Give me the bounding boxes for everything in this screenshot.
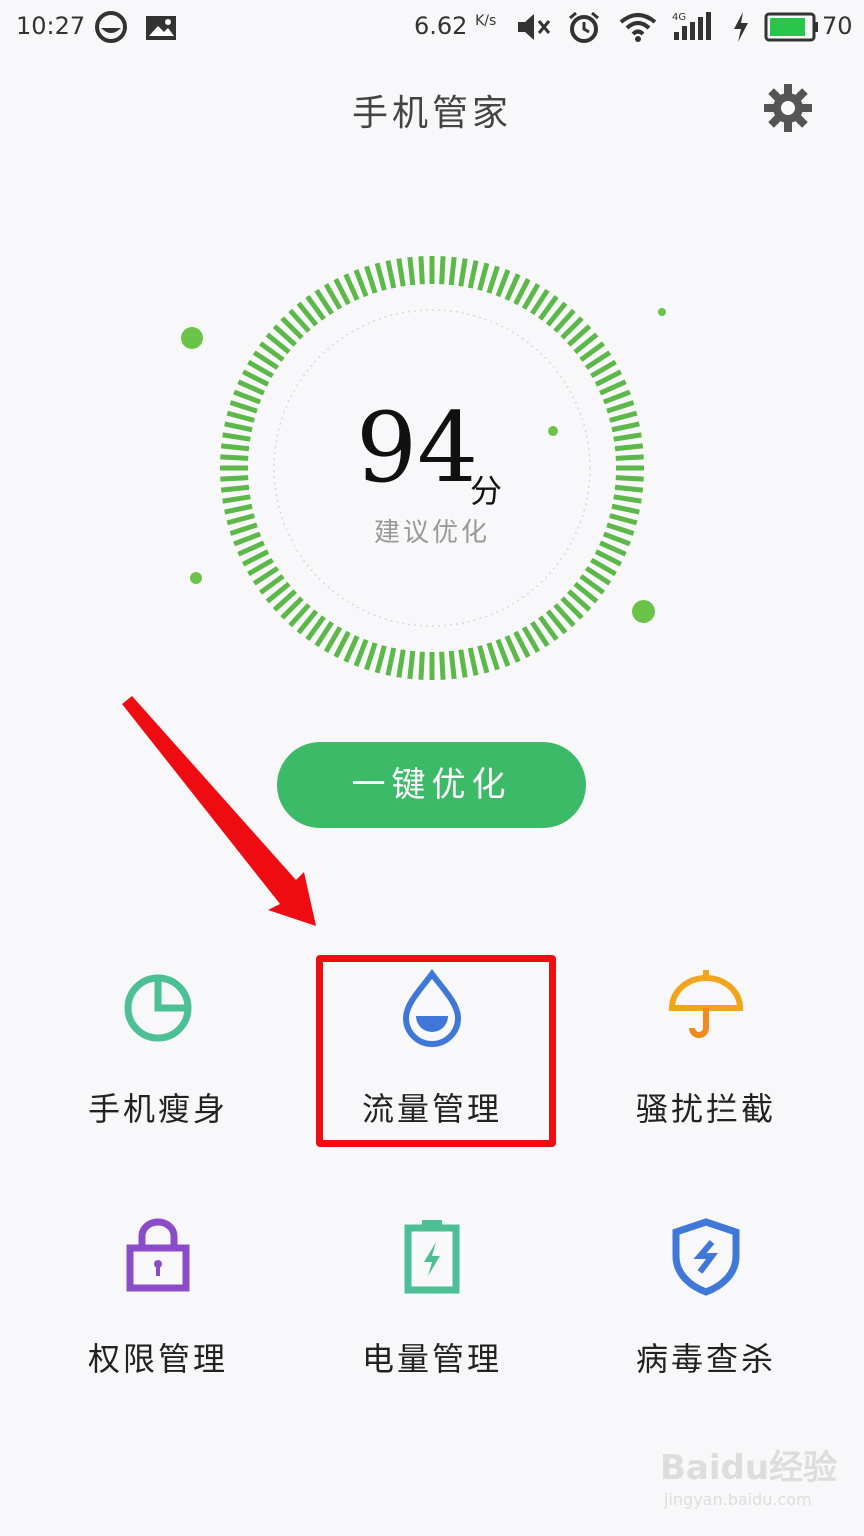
dial-tick	[477, 262, 490, 291]
lock-icon	[126, 1218, 190, 1292]
dial-tick	[467, 647, 479, 676]
dial-tick	[396, 258, 406, 287]
settings-button[interactable]	[762, 82, 814, 134]
dial-tick	[407, 256, 416, 286]
dial-tick	[613, 432, 642, 442]
dial-tick	[385, 260, 397, 289]
dial-tick	[222, 432, 251, 442]
battery-charge-icon	[404, 1220, 460, 1294]
decor-dot	[548, 426, 558, 436]
dial-tick	[495, 638, 511, 667]
dial-tick	[448, 650, 457, 680]
dial-tick	[614, 484, 644, 493]
dial-tick	[237, 379, 265, 396]
highlight-box	[316, 955, 556, 1147]
dial-tick	[439, 651, 446, 680]
decor-dot	[632, 600, 655, 623]
dial-tick	[599, 379, 627, 396]
tool-battery[interactable]: 电量管理	[288, 1218, 576, 1418]
gear-icon	[764, 84, 812, 132]
score-value: 94	[356, 392, 479, 504]
dial-tick	[486, 265, 500, 294]
dial-tick	[233, 389, 262, 405]
dial-tick	[613, 494, 642, 504]
pie-chart-icon	[124, 974, 192, 1042]
tool-label: 骚扰拦截	[635, 1090, 776, 1128]
dial-tick	[448, 256, 457, 286]
svg-text:4G: 4G	[672, 12, 686, 23]
dial-tick	[615, 454, 644, 461]
tool-label: 权限管理	[87, 1340, 228, 1378]
tool-label: 病毒查杀	[635, 1340, 776, 1378]
one-click-optimize-button[interactable]: 一键优化	[277, 742, 586, 828]
tool-virus-scan[interactable]: 病毒查杀	[562, 1218, 850, 1418]
dial-tick	[439, 256, 446, 285]
dial-tick	[353, 638, 369, 667]
dial-tick	[220, 484, 250, 493]
dial-tick	[220, 475, 249, 482]
decor-dot	[181, 327, 203, 349]
dial-tick	[224, 421, 253, 433]
wifi-icon	[619, 13, 657, 42]
tool-permission[interactable]: 权限管理	[14, 1218, 302, 1418]
signal-icon: 4G	[672, 12, 711, 40]
dial-tick	[486, 642, 500, 671]
status-bar: 10:27 6.62 K/s 4G 70	[0, 0, 864, 56]
dial-tick	[226, 410, 255, 423]
dial-tick	[418, 651, 425, 680]
page-title: 手机管家	[351, 93, 512, 134]
dial-tick	[374, 262, 387, 291]
dial-tick	[407, 650, 416, 680]
dial-tick	[477, 645, 490, 674]
decor-dot	[658, 308, 666, 316]
dial-tick	[343, 635, 360, 663]
dial-tick	[504, 273, 521, 301]
dial-tick	[615, 475, 644, 482]
mute-icon	[518, 14, 551, 40]
dial-tick	[614, 443, 644, 452]
score-unit: 分	[470, 472, 503, 510]
alarm-icon	[569, 11, 599, 43]
dial-tick	[343, 273, 360, 301]
decor-dot	[190, 572, 202, 584]
battery-icon	[764, 12, 818, 42]
watermark-url: jingyan.baidu.com	[664, 1490, 812, 1509]
battery-level: 70	[822, 12, 853, 40]
net-speed: 6.62 K/s	[414, 12, 497, 40]
dial-tick	[364, 642, 378, 671]
score-status: 建议优化	[373, 518, 490, 548]
dial-tick	[396, 649, 406, 678]
umbrella-icon	[668, 970, 744, 1038]
dial-tick	[495, 269, 511, 298]
dial-tick	[220, 443, 250, 452]
dial-tick	[385, 647, 397, 676]
dial-tick	[611, 421, 640, 433]
dial-tick	[229, 400, 258, 414]
shield-icon	[672, 1218, 740, 1296]
dial-tick	[364, 265, 378, 294]
dial-tick	[418, 256, 425, 285]
baidu-watermark: Baidu经验	[660, 1448, 838, 1488]
dial-tick	[220, 454, 249, 461]
dial-tick	[458, 258, 468, 287]
dial-tick	[353, 269, 369, 298]
dial-tick	[602, 389, 631, 405]
dial-tick	[467, 260, 479, 289]
dial-tick	[609, 410, 638, 423]
browser-icon	[95, 11, 127, 43]
dial-tick	[458, 649, 468, 678]
tool-label: 手机瘦身	[87, 1090, 228, 1128]
charging-icon	[734, 12, 748, 42]
status-time: 10:27	[16, 12, 86, 40]
image-icon	[146, 16, 176, 40]
dial-tick	[606, 400, 635, 414]
dial-tick	[374, 645, 387, 674]
dial-tick	[222, 494, 251, 504]
dial-tick	[504, 635, 521, 663]
tool-label: 电量管理	[361, 1340, 502, 1378]
tool-phone-slim[interactable]: 手机瘦身	[14, 968, 302, 1168]
tool-harassment-block[interactable]: 骚扰拦截	[562, 968, 850, 1168]
